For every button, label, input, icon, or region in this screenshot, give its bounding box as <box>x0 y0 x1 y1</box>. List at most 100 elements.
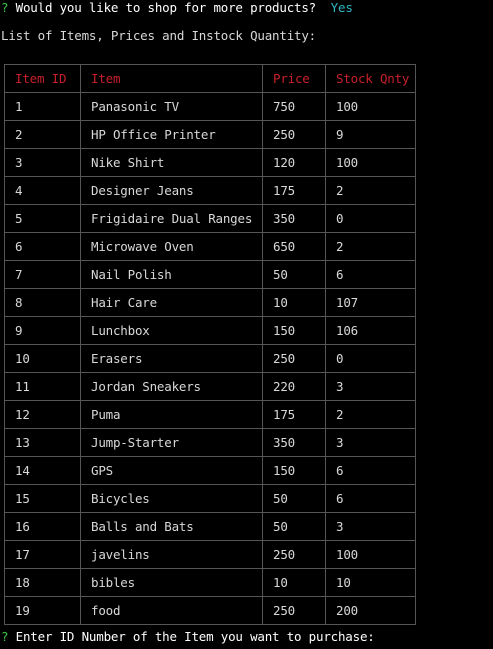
cell-item-id: 16 <box>4 512 81 541</box>
cell-item: bibles <box>80 568 263 597</box>
cell-stock-qnty: 107 <box>325 288 416 317</box>
table-row: 15 Bicycles 50 6 <box>4 484 416 513</box>
table-row: 12 Puma 175 2 <box>4 400 416 429</box>
cell-item: food <box>80 596 263 625</box>
cell-item-id: 15 <box>4 484 81 513</box>
table-row: 7 Nail Polish 50 6 <box>4 260 416 289</box>
table-row: 4 Designer Jeans 175 2 <box>4 176 416 205</box>
table-row: 6 Microwave Oven 650 2 <box>4 232 416 261</box>
cell-item: javelins <box>80 540 263 569</box>
cell-price: 250 <box>262 120 326 149</box>
table-row: 9 Lunchbox 150 106 <box>4 316 416 345</box>
cell-stock-qnty: 2 <box>325 176 416 205</box>
cell-item-id: 18 <box>4 568 81 597</box>
table-row: 19 food 250 200 <box>4 596 416 625</box>
cell-item-id: 17 <box>4 540 81 569</box>
header-item: Item <box>80 64 263 93</box>
cell-price: 150 <box>262 456 326 485</box>
cell-price: 650 <box>262 232 326 261</box>
table-row: 8 Hair Care 10 107 <box>4 288 416 317</box>
cell-item: Hair Care <box>80 288 263 317</box>
table-row: 5 Frigidaire Dual Ranges 350 0 <box>4 204 416 233</box>
table-row: 1 Panasonic TV 750 100 <box>4 92 416 121</box>
cell-item: Bicycles <box>80 484 263 513</box>
cell-price: 10 <box>262 568 326 597</box>
cell-stock-qnty: 2 <box>325 232 416 261</box>
cell-item: Balls and Bats <box>80 512 263 541</box>
cell-item-id: 13 <box>4 428 81 457</box>
header-price: Price <box>262 64 326 93</box>
cell-item: Nail Polish <box>80 260 263 289</box>
table-row: 16 Balls and Bats 50 3 <box>4 512 416 541</box>
table-row: 3 Nike Shirt 120 100 <box>4 148 416 177</box>
cell-item: Jordan Sneakers <box>80 372 263 401</box>
header-stock-qnty: Stock Qnty <box>325 64 416 93</box>
cell-stock-qnty: 6 <box>325 260 416 289</box>
table-row: 13 Jump-Starter 350 3 <box>4 428 416 457</box>
table-row: 10 Erasers 250 0 <box>4 344 416 373</box>
cell-price: 50 <box>262 484 326 513</box>
prompt-more-products: ? Would you like to shop for more produc… <box>1 0 353 16</box>
cell-price: 250 <box>262 344 326 373</box>
cell-item-id: 6 <box>4 232 81 261</box>
table-body: 1 Panasonic TV 750 100 2 HP Office Printer 250… <box>4 92 416 625</box>
cell-stock-qnty: 10 <box>325 568 416 597</box>
cell-item: Erasers <box>80 344 263 373</box>
table-row: 18 bibles 10 10 <box>4 568 416 597</box>
cell-item-id: 3 <box>4 148 81 177</box>
cell-price: 220 <box>262 372 326 401</box>
cell-stock-qnty: 2 <box>325 400 416 429</box>
cell-stock-qnty: 3 <box>325 512 416 541</box>
cell-item: Nike Shirt <box>80 148 263 177</box>
cell-stock-qnty: 106 <box>325 316 416 345</box>
cell-price: 120 <box>262 148 326 177</box>
cell-price: 150 <box>262 316 326 345</box>
cell-stock-qnty: 100 <box>325 540 416 569</box>
table-row: 11 Jordan Sneakers 220 3 <box>4 372 416 401</box>
cell-item-id: 7 <box>4 260 81 289</box>
cell-price: 750 <box>262 92 326 121</box>
cell-item: Designer Jeans <box>80 176 263 205</box>
cell-price: 350 <box>262 204 326 233</box>
table-header-row: Item ID Item Price Stock Qnty <box>4 64 416 93</box>
table-row: 2 HP Office Printer 250 9 <box>4 120 416 149</box>
prompt-marker: ? <box>1 0 9 15</box>
cell-item-id: 10 <box>4 344 81 373</box>
prompt-enter-id: ? Enter ID Number of the Item you want t… <box>1 629 375 645</box>
cell-item: Microwave Oven <box>80 232 263 261</box>
cell-item: GPS <box>80 456 263 485</box>
cell-price: 350 <box>262 428 326 457</box>
cell-stock-qnty: 200 <box>325 596 416 625</box>
cell-item: HP Office Printer <box>80 120 263 149</box>
cell-stock-qnty: 0 <box>325 204 416 233</box>
cell-item-id: 8 <box>4 288 81 317</box>
prompt-question: Would you like to shop for more products… <box>15 0 317 15</box>
cell-price: 175 <box>262 176 326 205</box>
inventory-table: Item ID Item Price Stock Qnty 1 Panasonic… <box>4 64 416 625</box>
cell-stock-qnty: 100 <box>325 92 416 121</box>
cell-price: 250 <box>262 596 326 625</box>
cell-item-id: 11 <box>4 372 81 401</box>
cell-item-id: 2 <box>4 120 81 149</box>
cell-stock-qnty: 3 <box>325 372 416 401</box>
cell-item-id: 12 <box>4 400 81 429</box>
cell-stock-qnty: 0 <box>325 344 416 373</box>
cell-item: Frigidaire Dual Ranges <box>80 204 263 233</box>
cell-item: Jump-Starter <box>80 428 263 457</box>
prompt-answer: Yes <box>330 0 353 15</box>
cell-item: Puma <box>80 400 263 429</box>
cell-price: 50 <box>262 260 326 289</box>
cell-price: 250 <box>262 540 326 569</box>
cell-price: 175 <box>262 400 326 429</box>
cell-stock-qnty: 100 <box>325 148 416 177</box>
cell-item: Panasonic TV <box>80 92 263 121</box>
table-row: 17 javelins 250 100 <box>4 540 416 569</box>
cell-price: 50 <box>262 512 326 541</box>
header-item-id: Item ID <box>4 64 81 93</box>
list-heading: List of Items, Prices and Instock Quanti… <box>1 28 317 43</box>
cell-item: Lunchbox <box>80 316 263 345</box>
cell-stock-qnty: 9 <box>325 120 416 149</box>
cell-item-id: 5 <box>4 204 81 233</box>
prompt-marker: ? <box>1 629 9 644</box>
cell-item-id: 9 <box>4 316 81 345</box>
